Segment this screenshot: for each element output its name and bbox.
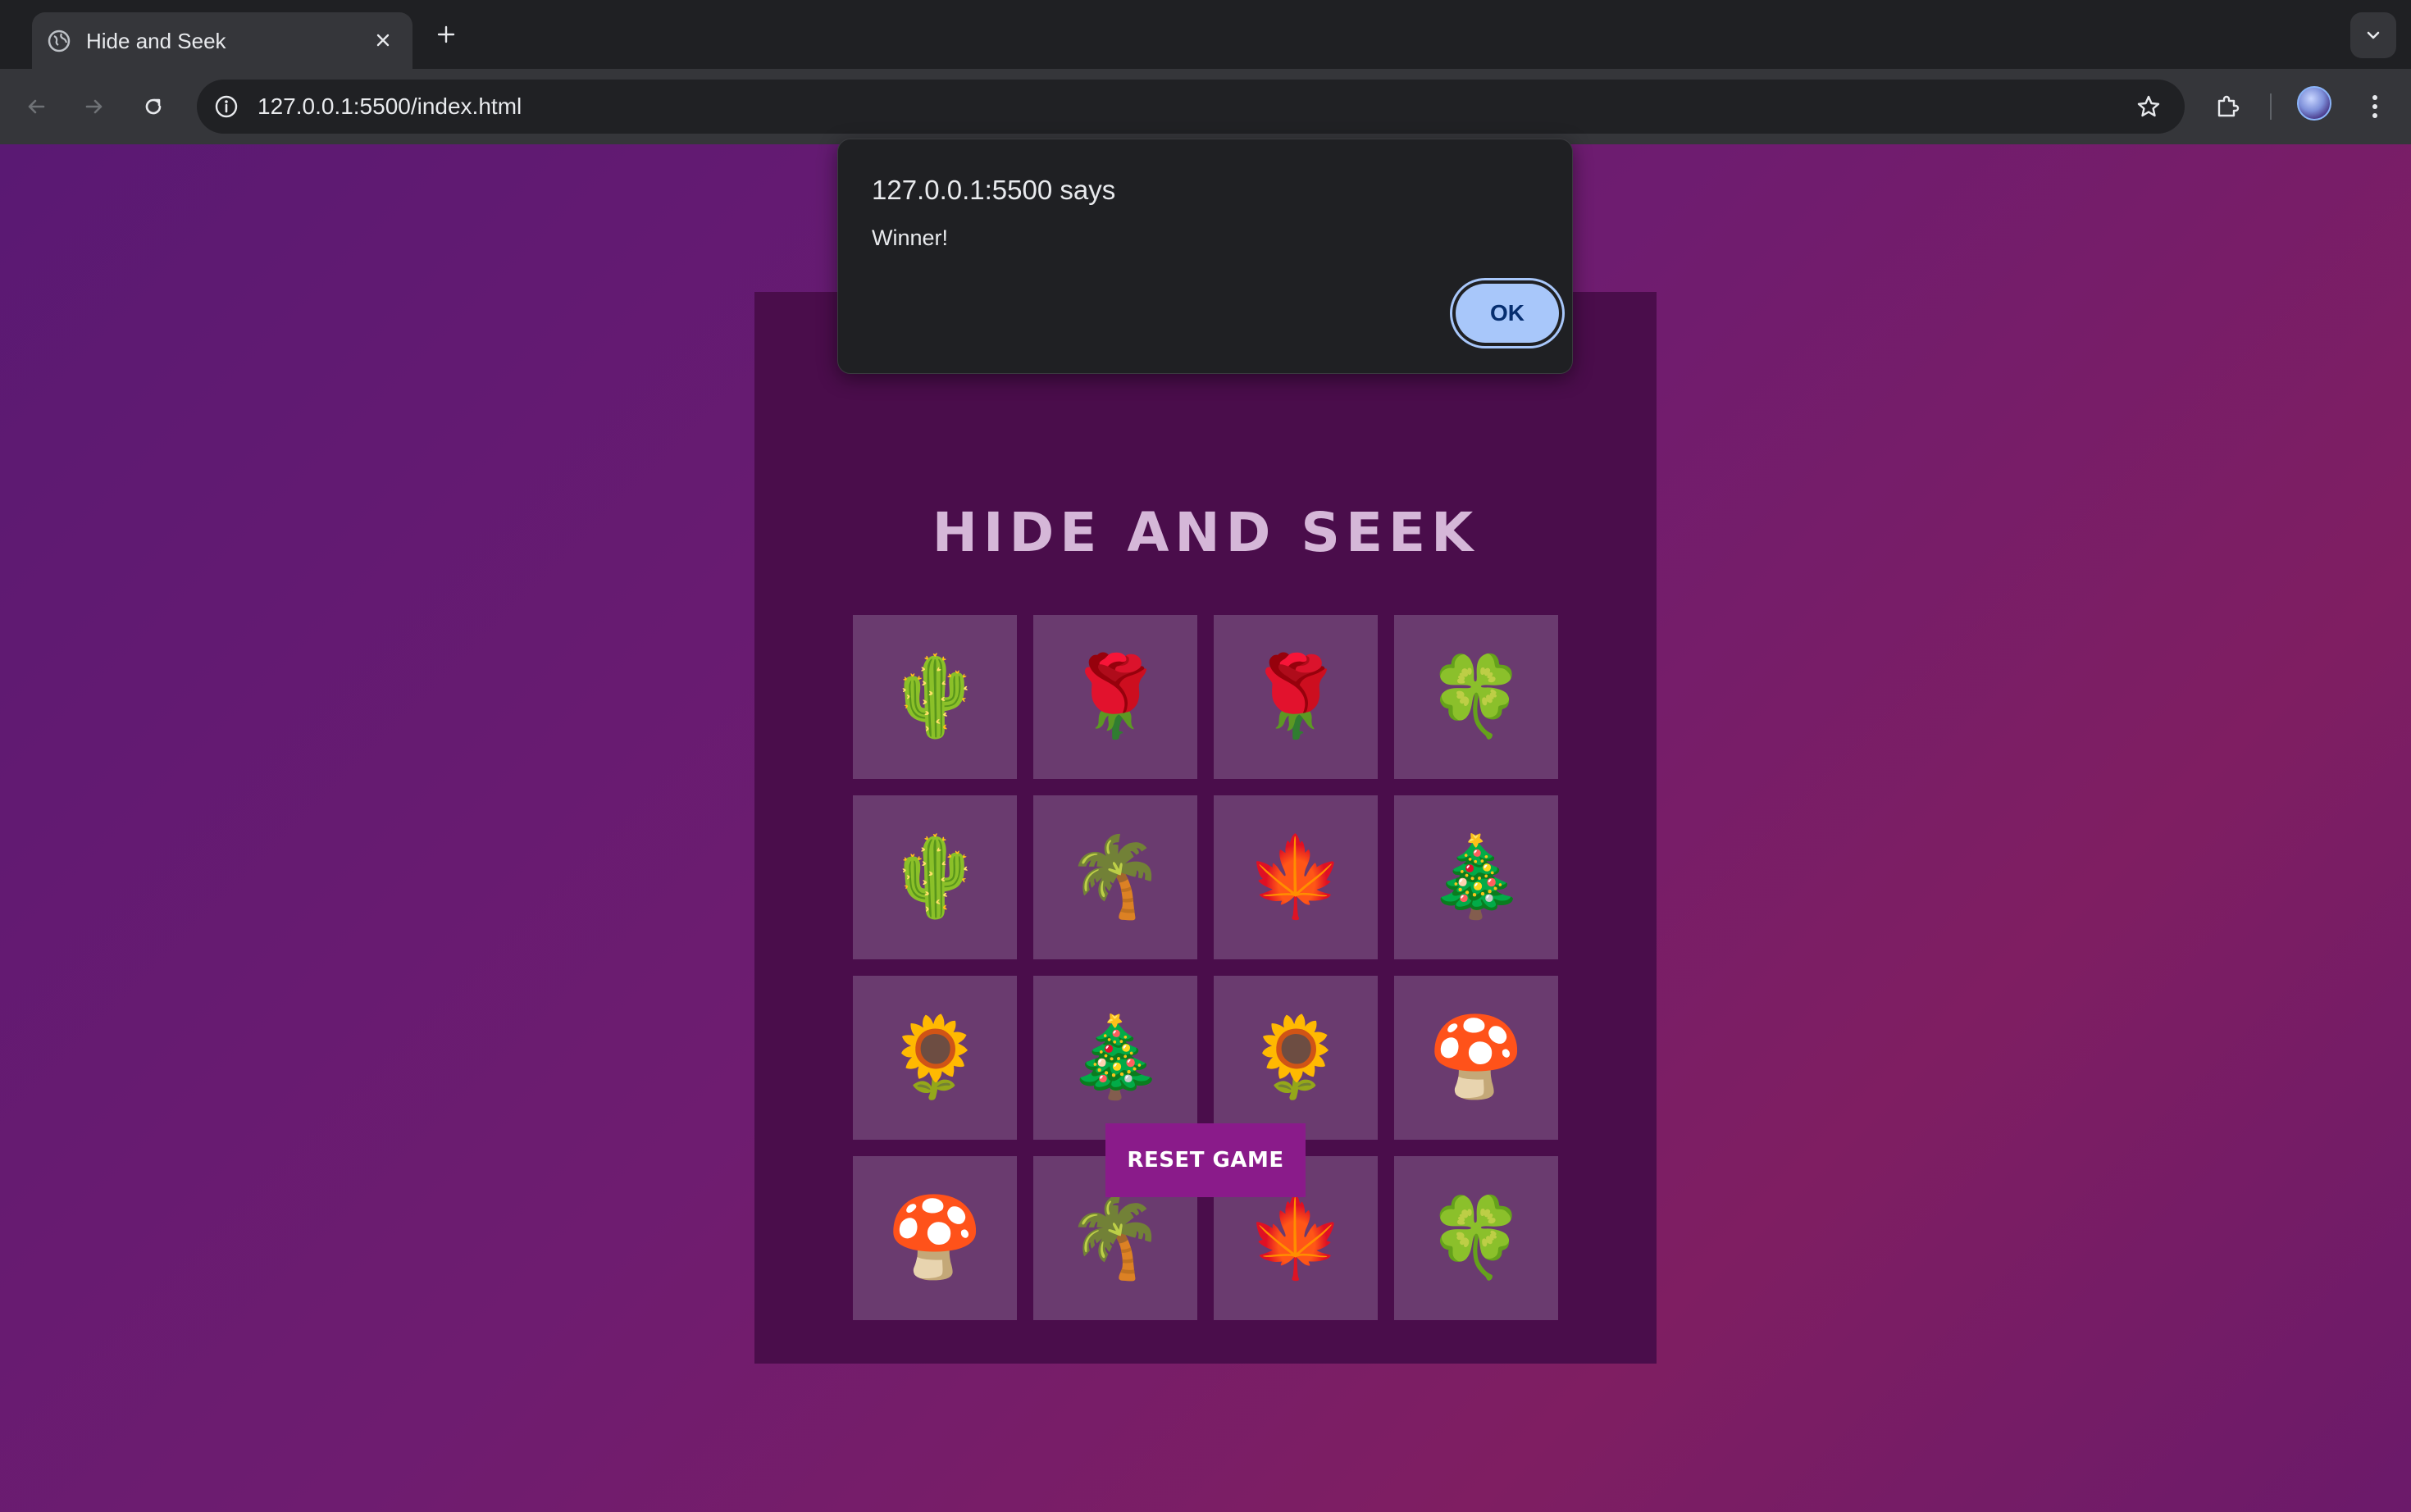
sunflower-icon: 🌻 (1247, 1013, 1345, 1101)
card[interactable]: 🍄 (853, 1156, 1017, 1320)
tab-search-chevron-down-icon[interactable] (2350, 12, 2396, 58)
card[interactable]: 🎄 (1394, 795, 1558, 959)
sunflower-icon: 🌻 (886, 1013, 984, 1101)
maple-leaf-icon: 🍁 (1247, 1194, 1345, 1282)
game-title: HIDE AND SEEK (932, 501, 1479, 564)
maple-leaf-icon: 🍁 (1247, 833, 1345, 921)
christmas-tree-icon: 🎄 (1427, 833, 1525, 921)
card-grid: 🌵 🌹 🌹 🍀 🌵 🌴 🍁 🎄 🌻 🎄 🌻 🍄 🍄 🌴 🍁 🍀 (853, 615, 1558, 1320)
card[interactable]: 🌹 (1214, 615, 1378, 779)
more-menu-icon[interactable] (2354, 85, 2396, 128)
globe-icon (47, 29, 71, 53)
card[interactable]: 🌻 (1214, 976, 1378, 1140)
palm-tree-icon: 🌴 (1066, 833, 1164, 921)
palm-tree-icon: 🌴 (1066, 1194, 1164, 1282)
extensions-puzzle-icon[interactable] (2206, 85, 2249, 128)
card[interactable]: 🎄 (1033, 976, 1197, 1140)
card[interactable]: 🌵 (853, 615, 1017, 779)
alert-dialog: 127.0.0.1:5500 says Winner! OK (837, 139, 1573, 374)
cactus-icon: 🌵 (886, 653, 984, 740)
card[interactable]: 🌴 (1033, 795, 1197, 959)
card[interactable]: 🌵 (853, 795, 1017, 959)
toolbar-divider (2270, 93, 2272, 120)
tab-strip: Hide and Seek (0, 0, 2411, 69)
tab-title: Hide and Seek (86, 29, 226, 53)
cactus-icon: 🌵 (886, 833, 984, 921)
game-panel: HIDE AND SEEK 🌵 🌹 🌹 🍀 🌵 🌴 🍁 🎄 🌻 🎄 🌻 🍄 🍄 🌴 🍁 🍀 RESET GAM… (754, 292, 1657, 1364)
address-bar[interactable]: 127.0.0.1:5500/index.html (197, 80, 2185, 134)
christmas-tree-icon: 🎄 (1066, 1013, 1164, 1101)
four-leaf-clover-icon: 🍀 (1427, 1194, 1525, 1282)
close-icon[interactable] (367, 24, 399, 57)
card[interactable]: 🍁 (1214, 795, 1378, 959)
rose-icon: 🌹 (1247, 653, 1345, 740)
browser-toolbar: 127.0.0.1:5500/index.html (0, 69, 2411, 144)
new-tab-plus-icon[interactable] (429, 17, 463, 52)
card[interactable]: 🌻 (853, 976, 1017, 1140)
ok-button[interactable]: OK (1450, 278, 1565, 348)
rose-icon: 🌹 (1066, 653, 1164, 740)
browser-tab[interactable]: Hide and Seek (32, 12, 412, 69)
ok-button-label: OK (1456, 284, 1559, 343)
card[interactable]: 🍀 (1394, 615, 1558, 779)
mushroom-icon: 🍄 (886, 1194, 984, 1282)
bookmark-star-icon[interactable] (2132, 90, 2165, 123)
profile-avatar[interactable] (2297, 86, 2331, 121)
reload-icon[interactable] (132, 85, 175, 128)
four-leaf-clover-icon: 🍀 (1427, 653, 1525, 740)
card[interactable]: 🌹 (1033, 615, 1197, 779)
dialog-message: Winner! (872, 225, 949, 250)
back-arrow-icon[interactable] (15, 85, 57, 128)
site-info-icon[interactable] (210, 90, 243, 123)
card[interactable]: 🍄 (1394, 976, 1558, 1140)
forward-arrow-icon[interactable] (73, 85, 116, 128)
dialog-title: 127.0.0.1:5500 says (872, 175, 1116, 205)
url-text[interactable]: 127.0.0.1:5500/index.html (258, 93, 522, 121)
mushroom-icon: 🍄 (1427, 1013, 1525, 1101)
card[interactable]: 🍀 (1394, 1156, 1558, 1320)
reset-game-button[interactable]: RESET GAME (1105, 1123, 1306, 1197)
